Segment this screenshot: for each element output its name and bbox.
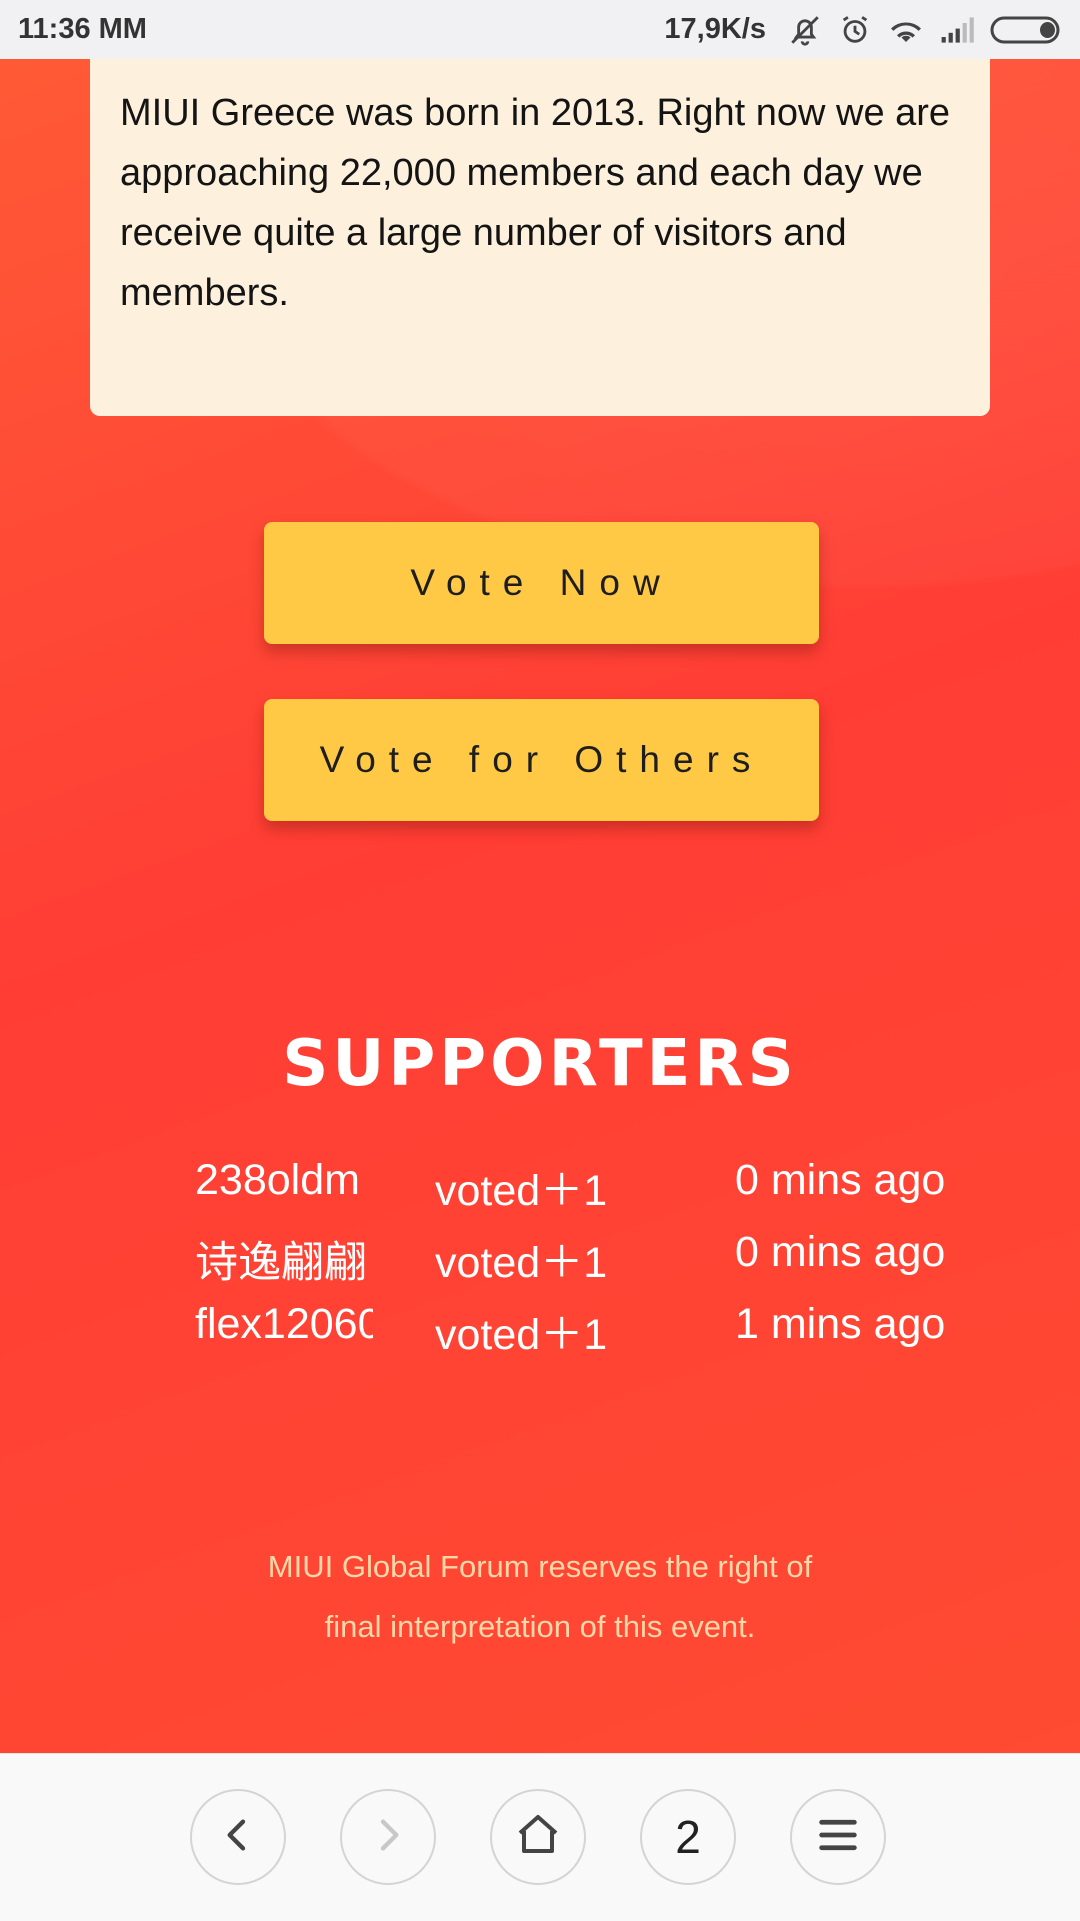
bell-off-icon <box>788 13 822 47</box>
supporters-title: SUPPORTERS <box>282 1027 798 1101</box>
supporter-action: voted＋1 <box>435 1311 608 1359</box>
supporter-row: 诗逸翩翩 voted＋1 0 mins ago <box>195 1228 975 1300</box>
supporter-time: 0 mins ago <box>735 1156 946 1204</box>
forward-button[interactable] <box>340 1789 436 1885</box>
alarm-icon <box>838 13 872 47</box>
menu-icon <box>816 1815 860 1859</box>
disclaimer: MIUI Global Forum reserves the right of … <box>0 1537 1080 1657</box>
menu-button[interactable] <box>790 1789 886 1885</box>
battery-icon <box>990 15 1062 45</box>
supporter-time: 0 mins ago <box>735 1228 946 1276</box>
browser-bottom-nav: 2 <box>0 1753 1080 1921</box>
disclaimer-line-1: MIUI Global Forum reserves the right of <box>267 1549 813 1584</box>
disclaimer-line-2: final interpretation of this event. <box>324 1609 756 1644</box>
forward-icon <box>368 1815 408 1859</box>
supporter-name: 238oldm <box>195 1156 360 1204</box>
supporter-row: 238oldm voted＋1 0 mins ago <box>195 1156 975 1228</box>
vote-now-button[interactable]: Vote Now <box>264 522 819 644</box>
intro-card: MIUI Greece was born in 2013. Right now … <box>90 59 990 416</box>
network-speed: 17,9K/s <box>664 13 766 45</box>
vote-for-others-button[interactable]: Vote for Others <box>264 699 819 821</box>
event-page: MIUI Greece was born in 2013. Right now … <box>0 59 1080 1753</box>
supporter-action: voted＋1 <box>435 1239 608 1287</box>
supporter-time: 1 mins ago <box>735 1300 946 1348</box>
wifi-icon <box>888 15 924 45</box>
back-icon <box>218 1815 258 1859</box>
intro-text: MIUI Greece was born in 2013. Right now … <box>120 92 951 314</box>
tabs-button[interactable]: 2 <box>640 1789 736 1885</box>
supporter-row: flex12060 voted＋1 1 mins ago <box>195 1300 975 1372</box>
status-icons: 17,9K/s <box>664 13 1062 47</box>
status-bar: 11:36 MM 17,9K/s <box>0 0 1080 59</box>
home-icon <box>514 1811 562 1863</box>
back-button[interactable] <box>190 1789 286 1885</box>
tabs-icon: 2 <box>675 1811 701 1863</box>
status-time: 11:36 MM <box>18 13 147 45</box>
supporter-name: flex12060 <box>195 1300 373 1348</box>
home-button[interactable] <box>490 1789 586 1885</box>
supporter-name: 诗逸翩翩 <box>195 1239 367 1287</box>
supporter-action: voted＋1 <box>435 1167 608 1215</box>
signal-icon <box>940 16 974 44</box>
